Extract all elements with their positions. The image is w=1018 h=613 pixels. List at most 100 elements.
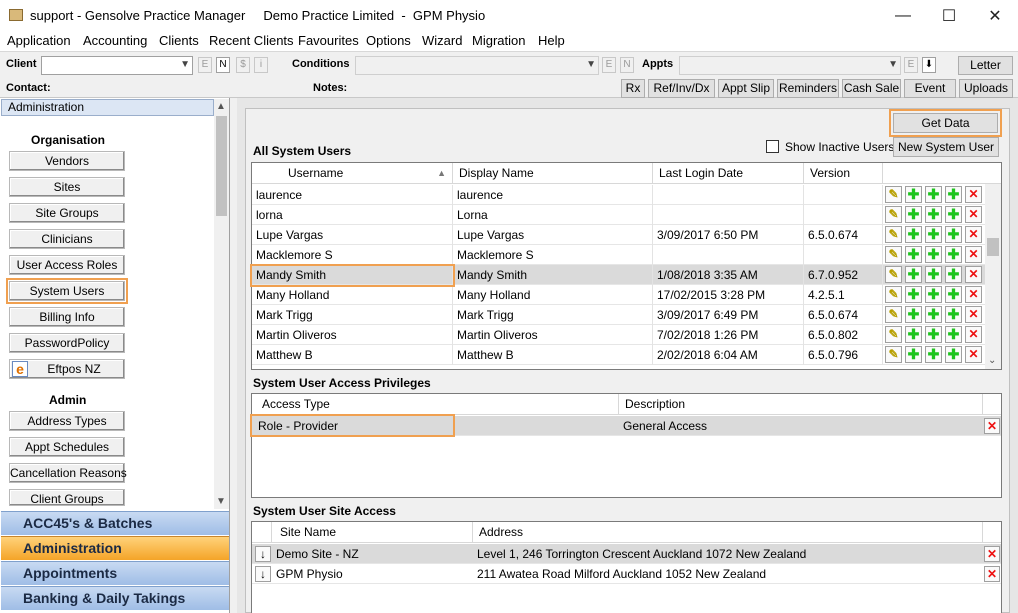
- delete-icon[interactable]: ✕: [965, 206, 982, 223]
- add-icon[interactable]: ✚: [945, 206, 962, 223]
- table-row[interactable]: laurence laurence ✎ ✚ ✚ ✚ ✕: [252, 185, 985, 205]
- minimize-button[interactable]: —: [880, 0, 926, 31]
- rx-button[interactable]: Rx: [621, 79, 645, 98]
- nav-administration[interactable]: Administration: [1, 536, 229, 560]
- left-scroll-thumb[interactable]: [216, 116, 227, 216]
- letter-button[interactable]: Letter: [958, 56, 1013, 75]
- edit-icon[interactable]: ✎: [885, 246, 902, 263]
- delete-icon[interactable]: ✕: [965, 246, 982, 263]
- client-info-button[interactable]: i: [254, 57, 268, 73]
- menu-recent-clients[interactable]: Recent Clients: [209, 33, 294, 48]
- delete-icon[interactable]: ✕: [984, 418, 1000, 434]
- scroll-up-icon[interactable]: ▲: [216, 101, 226, 112]
- table-row[interactable]: Matthew B Matthew B 2/02/2018 6:04 AM 6.5.0…: [252, 345, 985, 365]
- table-row[interactable]: Role - Provider General Access ✕: [252, 416, 1001, 436]
- nav-vendors[interactable]: Vendors: [9, 151, 125, 171]
- edit-icon[interactable]: ✎: [885, 226, 902, 243]
- maximize-button[interactable]: ☐: [926, 0, 972, 31]
- client-e-button[interactable]: E: [198, 57, 212, 73]
- event-button[interactable]: Event: [904, 79, 956, 98]
- nav-password-policy[interactable]: PasswordPolicy: [9, 333, 125, 353]
- nav-system-users[interactable]: System Users: [6, 278, 128, 304]
- add-icon[interactable]: ✚: [945, 306, 962, 323]
- conditions-n-button[interactable]: N: [620, 57, 634, 73]
- close-button[interactable]: ✕: [972, 0, 1018, 31]
- uploads-button[interactable]: Uploads: [959, 79, 1013, 98]
- add-icon[interactable]: ✚: [905, 226, 922, 243]
- add-icon[interactable]: ✚: [925, 326, 942, 343]
- menu-clients[interactable]: Clients: [159, 33, 199, 48]
- add-icon[interactable]: ✚: [905, 246, 922, 263]
- edit-icon[interactable]: ✎: [885, 266, 902, 283]
- add-icon[interactable]: ✚: [925, 346, 942, 363]
- add-icon[interactable]: ✚: [925, 286, 942, 303]
- menu-options[interactable]: Options: [366, 33, 411, 48]
- add-icon[interactable]: ✚: [905, 326, 922, 343]
- table-row[interactable]: ↓ Demo Site - NZ Level 1, 246 Torrington…: [252, 544, 1001, 564]
- add-icon[interactable]: ✚: [925, 306, 942, 323]
- add-icon[interactable]: ✚: [905, 286, 922, 303]
- col-site-name[interactable]: Site Name: [272, 522, 473, 543]
- reminders-button[interactable]: Reminders: [777, 79, 839, 98]
- add-icon[interactable]: ✚: [925, 206, 942, 223]
- col-display-name[interactable]: Display Name: [453, 163, 653, 184]
- edit-icon[interactable]: ✎: [885, 186, 902, 203]
- edit-icon[interactable]: ✎: [885, 206, 902, 223]
- nav-banking-daily-takings[interactable]: Banking & Daily Takings: [1, 586, 229, 610]
- nav-client-groups[interactable]: Client Groups: [9, 489, 125, 506]
- col-address[interactable]: Address: [473, 522, 983, 543]
- client-dollar-button[interactable]: $: [236, 57, 250, 73]
- cash-sale-button[interactable]: Cash Sale: [842, 79, 901, 98]
- nav-address-types[interactable]: Address Types: [9, 411, 125, 431]
- add-icon[interactable]: ✚: [905, 306, 922, 323]
- appt-slip-button[interactable]: Appt Slip: [718, 79, 774, 98]
- nav-cancellation-reasons[interactable]: Cancellation Reasons: [9, 463, 127, 483]
- nav-sites[interactable]: Sites: [9, 177, 125, 197]
- scroll-down-icon[interactable]: ⌄: [988, 355, 996, 366]
- col-username[interactable]: Username ▲: [252, 163, 453, 184]
- add-icon[interactable]: ✚: [945, 246, 962, 263]
- nav-appointments[interactable]: Appointments: [1, 561, 229, 585]
- menu-migration[interactable]: Migration: [472, 33, 525, 48]
- delete-icon[interactable]: ✕: [965, 226, 982, 243]
- table-row[interactable]: ↓ GPM Physio 211 Awatea Road Milford Auc…: [252, 564, 1001, 584]
- new-system-user-button[interactable]: New System User: [893, 137, 999, 157]
- delete-icon[interactable]: ✕: [965, 306, 982, 323]
- add-icon[interactable]: ✚: [945, 266, 962, 283]
- menu-application[interactable]: Application: [7, 33, 71, 48]
- table-row[interactable]: Macklemore S Macklemore S ✎ ✚ ✚ ✚ ✕: [252, 245, 985, 265]
- delete-icon[interactable]: ✕: [965, 266, 982, 283]
- get-data-button[interactable]: Get Data: [893, 113, 998, 133]
- users-scrollbar[interactable]: [985, 184, 1001, 369]
- nav-user-access-roles[interactable]: User Access Roles: [9, 255, 125, 275]
- col-version[interactable]: Version: [804, 163, 883, 184]
- client-n-button[interactable]: N: [216, 57, 230, 73]
- appts-e-button[interactable]: E: [904, 57, 918, 73]
- scroll-down-icon[interactable]: ▼: [216, 496, 226, 507]
- delete-icon[interactable]: ✕: [984, 566, 1000, 582]
- nav-eftpos-nz[interactable]: e Eftpos NZ: [9, 359, 125, 379]
- table-row[interactable]: Martin Oliveros Martin Oliveros 7/02/2018 …: [252, 325, 985, 345]
- edit-icon[interactable]: ✎: [885, 286, 902, 303]
- add-icon[interactable]: ✚: [925, 246, 942, 263]
- down-arrow-icon[interactable]: ↓: [255, 566, 271, 582]
- add-icon[interactable]: ✚: [945, 326, 962, 343]
- table-row[interactable]: Lupe Vargas Lupe Vargas 3/09/2017 6:50 PM 6…: [252, 225, 985, 245]
- appts-combo[interactable]: ▼: [679, 56, 901, 75]
- download-arrow-icon[interactable]: ⬇: [922, 57, 936, 73]
- conditions-e-button[interactable]: E: [602, 57, 616, 73]
- table-row[interactable]: Mark Trigg Mark Trigg 3/09/2017 6:49 PM 6.5…: [252, 305, 985, 325]
- add-icon[interactable]: ✚: [905, 266, 922, 283]
- table-row[interactable]: Many Holland Many Holland 17/02/2015 3:28 …: [252, 285, 985, 305]
- edit-icon[interactable]: ✎: [885, 326, 902, 343]
- menu-accounting[interactable]: Accounting: [83, 33, 147, 48]
- menu-favourites[interactable]: Favourites: [298, 33, 359, 48]
- col-last-login[interactable]: Last Login Date: [653, 163, 804, 184]
- client-combo[interactable]: ▼: [41, 56, 193, 75]
- edit-icon[interactable]: ✎: [885, 346, 902, 363]
- add-icon[interactable]: ✚: [925, 226, 942, 243]
- show-inactive-checkbox[interactable]: [766, 140, 779, 153]
- add-icon[interactable]: ✚: [905, 186, 922, 203]
- menu-help[interactable]: Help: [538, 33, 565, 48]
- add-icon[interactable]: ✚: [905, 206, 922, 223]
